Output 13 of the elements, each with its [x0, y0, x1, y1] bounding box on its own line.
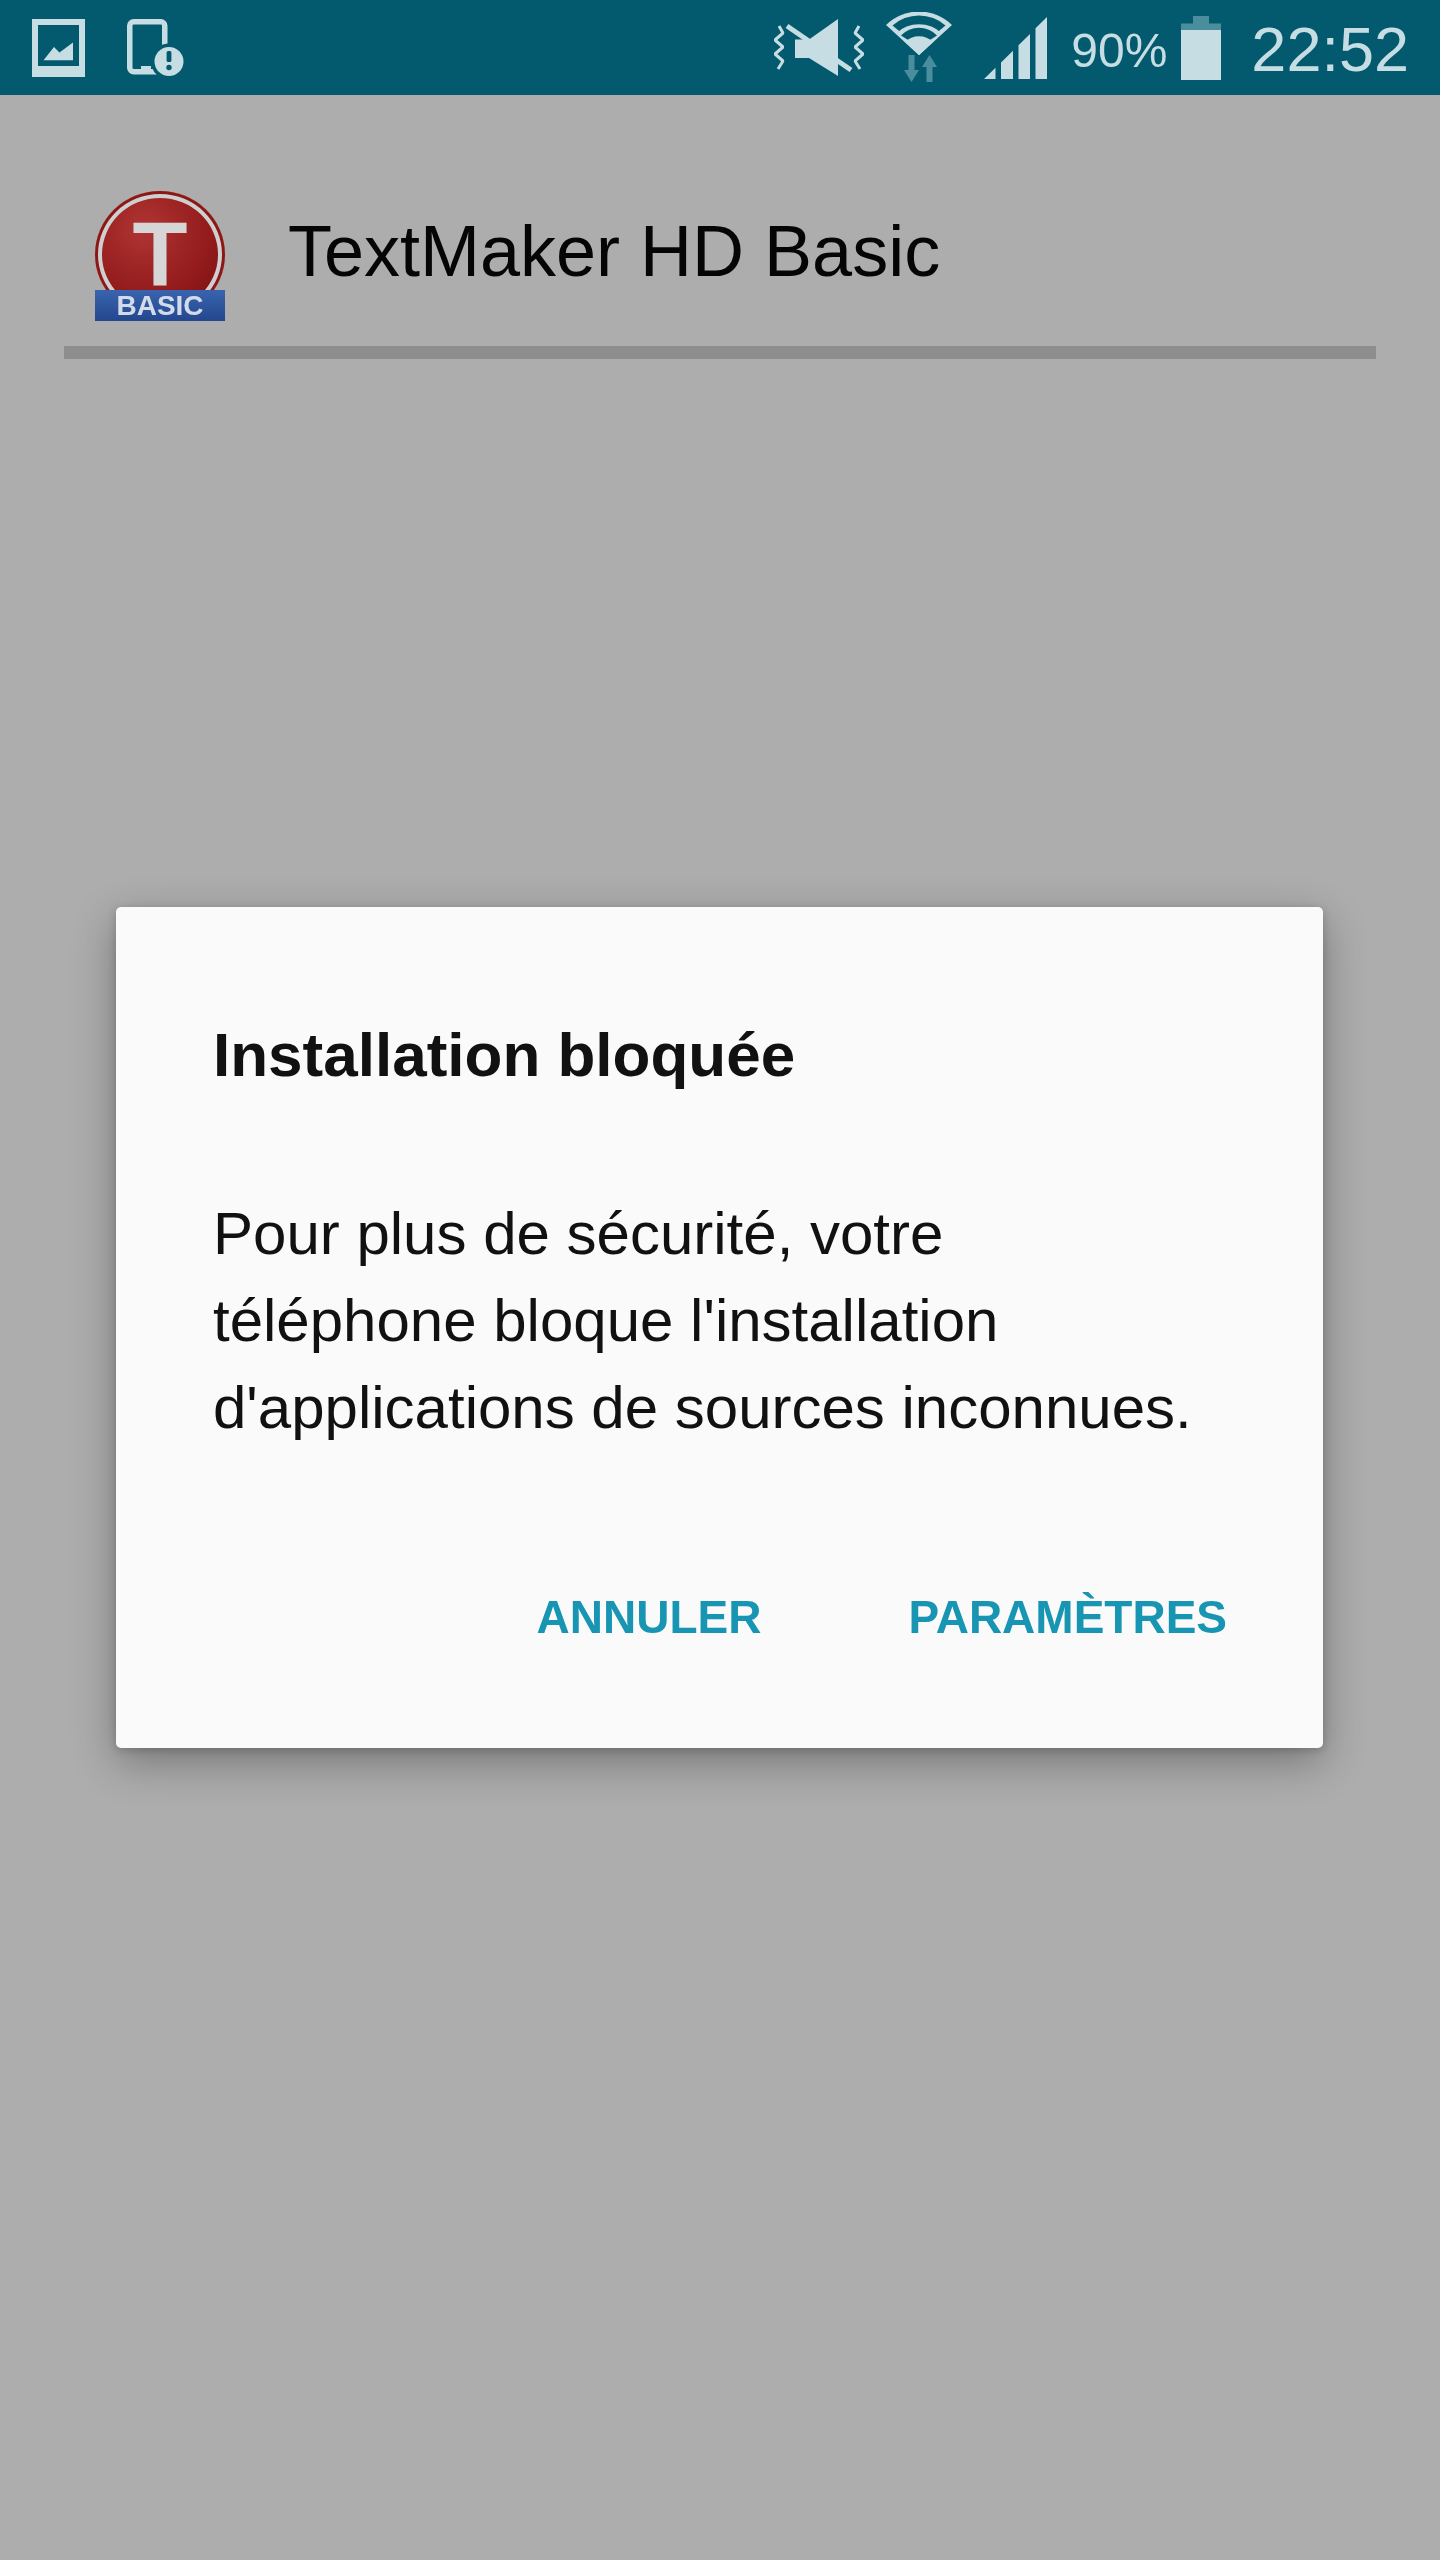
dialog-title: Installation bloquée [213, 1019, 797, 1091]
app-title: TextMaker HD Basic [288, 212, 941, 292]
battery-icon [1181, 15, 1222, 80]
gallery-icon [32, 18, 85, 77]
wifi-icon [886, 12, 953, 83]
settings-button[interactable]: PARAMÈTRES [884, 1573, 1251, 1661]
battery-percent: 90% [1071, 26, 1168, 75]
cancel-button[interactable]: ANNULER [512, 1573, 786, 1661]
signal-icon [984, 16, 1048, 79]
mute-vibrate-icon [773, 18, 866, 77]
phone-alert-icon [127, 19, 184, 76]
dialog-message: Pour plus de sécurité, votre téléphone bloque l'installation d'applications de sources inconnues. [213, 1199, 1193, 1443]
clock: 22:52 [1251, 18, 1409, 81]
